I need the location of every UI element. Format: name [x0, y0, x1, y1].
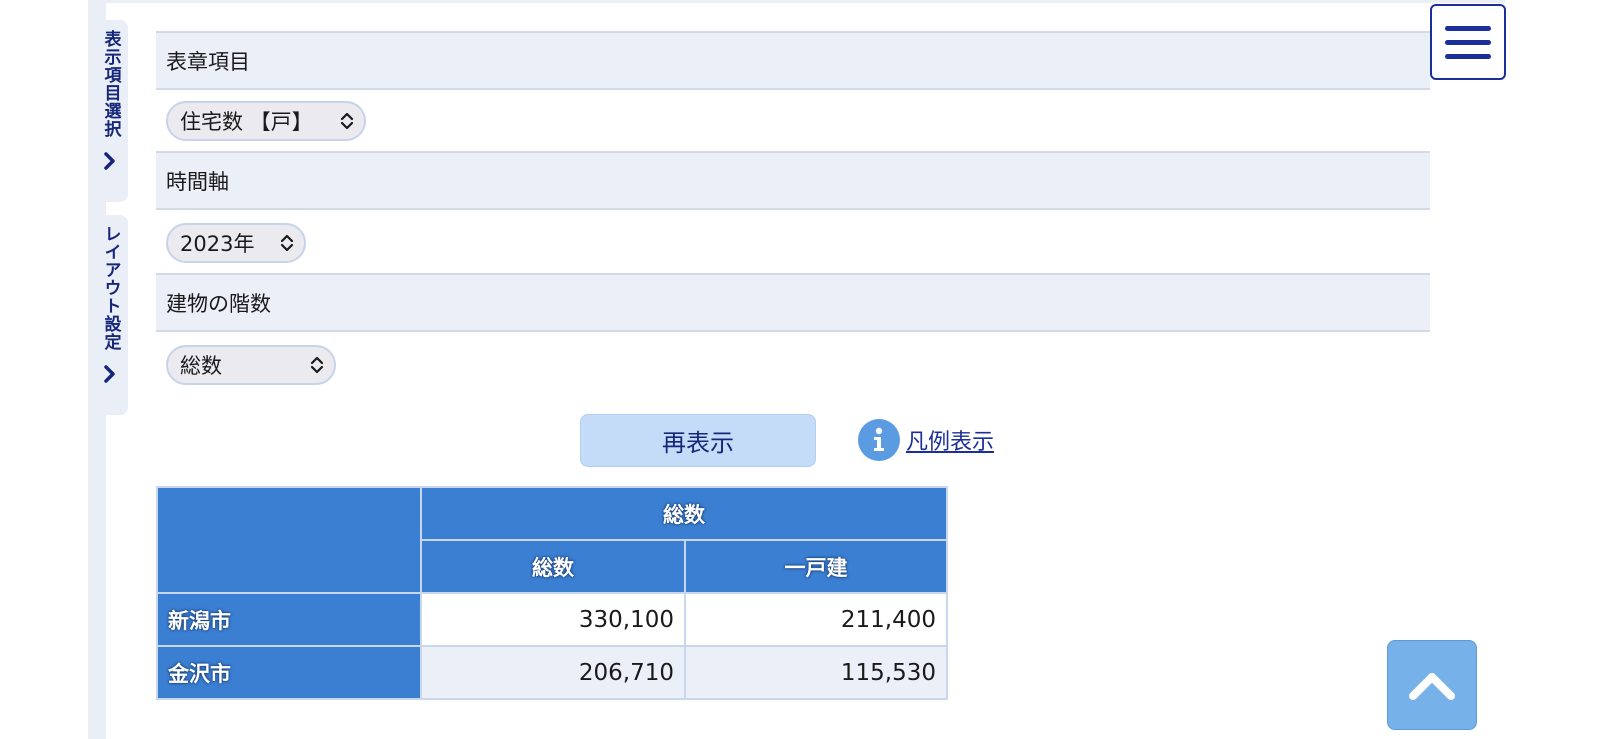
column-header-cell: 一戸建	[684, 539, 948, 594]
legend-display-link[interactable]: 凡例表示	[858, 419, 994, 461]
filter-heading-time-axis: 時間軸	[156, 151, 1430, 210]
top-border	[95, 0, 1505, 3]
table-cell: 206,710	[420, 645, 686, 700]
filter-label: 建物の階数	[166, 291, 271, 316]
chevron-up-icon	[1409, 673, 1455, 700]
row-header-cell: 新潟市	[156, 592, 422, 647]
hamburger-menu-button[interactable]	[1430, 4, 1506, 80]
chevron-right-icon	[104, 152, 115, 170]
filter-label: 表章項目	[166, 49, 250, 74]
table-cell: 330,100	[420, 592, 686, 647]
table-row: 新潟市 330,100 211,400	[156, 592, 948, 647]
filter-label: 時間軸	[166, 169, 229, 194]
chevron-right-icon	[104, 365, 115, 383]
sidebar-tab-display-items[interactable]: 表示項目選択	[92, 20, 128, 202]
filter-row-table-item: 住宅数 【戸】	[156, 90, 1430, 151]
column-header-cell: 総数	[420, 539, 686, 594]
table-cell: 211,400	[684, 592, 948, 647]
sidebar-tab-label: レイアウト設定	[100, 225, 121, 351]
sidebar-tab-label: 表示項目選択	[100, 30, 121, 138]
up-down-caret-icon	[340, 112, 354, 129]
filter-row-building-floors: 総数	[156, 334, 1430, 395]
hamburger-menu-icon	[1445, 53, 1491, 59]
redisplay-button[interactable]: 再表示	[580, 414, 816, 467]
sidebar-tab-layout-settings[interactable]: レイアウト設定	[92, 215, 128, 415]
table-cell: 115,530	[684, 645, 948, 700]
time-axis-select[interactable]: 2023年	[166, 222, 306, 263]
table-row: 金沢市 206,710 115,530	[156, 645, 948, 700]
filter-heading-building-floors: 建物の階数	[156, 273, 1430, 332]
legend-link-label: 凡例表示	[906, 430, 995, 455]
table-item-select[interactable]: 住宅数 【戸】	[166, 100, 366, 141]
row-header-cell: 金沢市	[156, 645, 422, 700]
select-value: 2023年	[180, 231, 255, 256]
hamburger-menu-icon	[1445, 39, 1491, 45]
corner-header-cell	[156, 486, 422, 594]
table-header-row: 総数	[156, 486, 948, 594]
up-down-caret-icon	[280, 234, 294, 251]
up-down-caret-icon	[310, 356, 324, 373]
select-value: 住宅数 【戸】	[180, 109, 313, 134]
building-floors-select[interactable]: 総数	[166, 344, 336, 385]
back-to-top-button[interactable]	[1387, 640, 1477, 730]
filter-heading-table-item: 表章項目	[156, 31, 1430, 90]
group-header-cell: 総数	[420, 486, 948, 541]
info-icon	[858, 419, 900, 461]
filter-row-time-axis: 2023年	[156, 212, 1430, 273]
hamburger-menu-icon	[1445, 25, 1491, 31]
data-table: 総数 総数 一戸建 新潟市 330,100 211,400 金沢市 206,71…	[156, 486, 948, 700]
select-value: 総数	[180, 353, 222, 378]
